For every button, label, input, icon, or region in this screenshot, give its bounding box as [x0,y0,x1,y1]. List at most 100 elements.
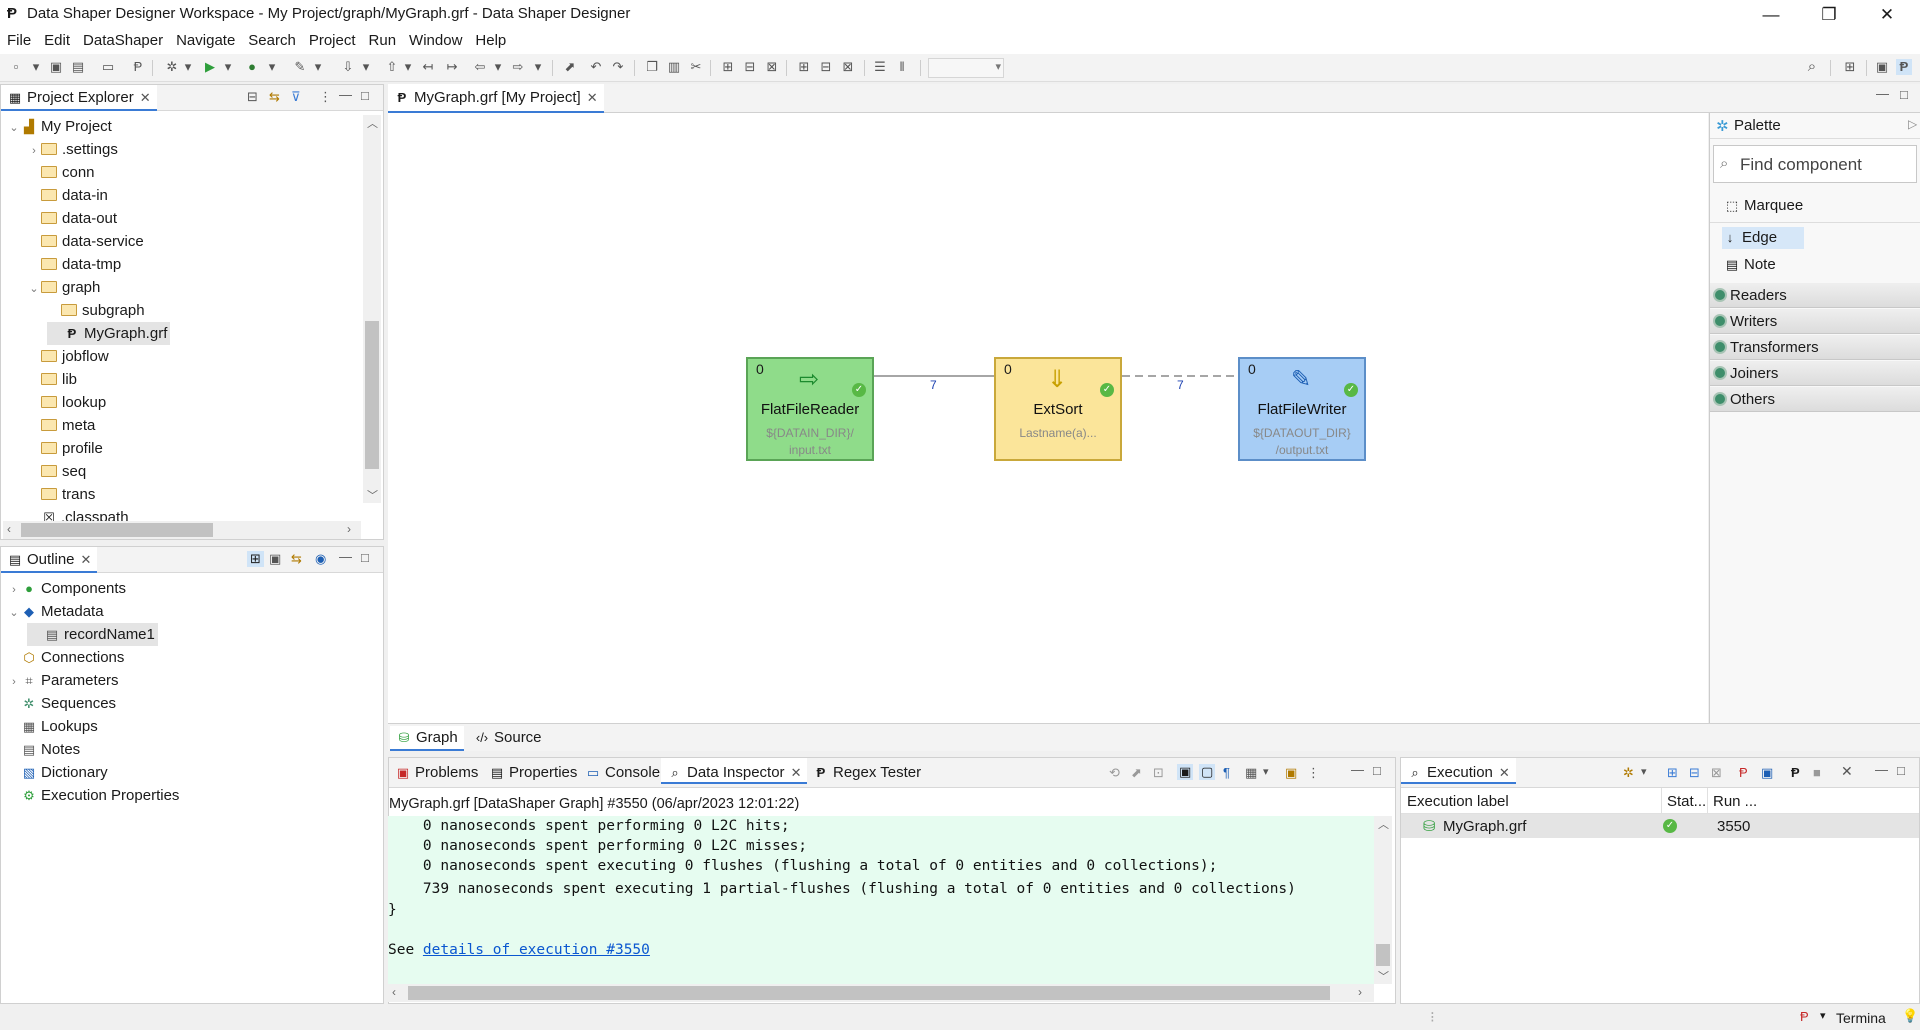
scrollbar-thumb[interactable] [408,986,1330,1000]
tab-execution[interactable]: ⌕ Execution ✕ [1401,758,1516,784]
outline-item[interactable]: ▤ Notes [7,738,80,761]
tip-icon[interactable]: 💡 [1902,1008,1918,1024]
tree-item[interactable]: seq [27,460,86,483]
back-icon[interactable]: ⇦ [472,59,488,75]
filter-icon[interactable]: ◉ [315,551,326,567]
dropdown-icon[interactable]: ▾ [264,59,280,75]
overview-icon[interactable]: ▣ [269,551,281,567]
minimize-view-icon[interactable]: — [1875,762,1888,777]
terminal-label[interactable]: Termina [1836,1010,1886,1026]
drawer-readers[interactable]: Readers [1710,283,1920,308]
chevron-right-icon[interactable]: › [27,140,41,163]
debug-icon[interactable]: ✲ [164,59,180,75]
dropdown-icon[interactable]: ▾ [220,59,236,75]
filter-icon[interactable]: ⊽ [291,89,301,105]
resource-perspective-icon[interactable]: ▣ [1874,59,1890,75]
tree-item[interactable]: subgraph [47,299,145,322]
next-edit-icon[interactable]: ↦ [444,59,460,75]
view-menu-icon[interactable]: ⋮ [319,89,332,105]
scroll-lock-icon[interactable]: ▣ [1177,764,1194,780]
align-bottom-icon[interactable]: ⊠ [840,59,856,75]
close-icon[interactable]: ✕ [81,552,92,567]
close-icon[interactable]: ✕ [140,90,151,105]
close-button[interactable]: ✕ [1864,2,1910,28]
outline-item[interactable]: › ● Components [7,577,126,600]
save-all-icon[interactable]: ▤ [70,59,86,75]
datashaper-icon[interactable]: Ᵽ [1800,1009,1809,1024]
export-icon[interactable]: ⬈ [562,59,578,75]
tree-item[interactable]: data-tmp [27,253,121,276]
scroll-right-icon[interactable]: › [347,522,351,536]
align-center-icon[interactable]: ⊟ [742,59,758,75]
close-icon[interactable]: ✕ [587,90,598,105]
undo-icon[interactable]: ↶ [588,59,604,75]
drawer-transformers[interactable]: Transformers [1710,335,1920,360]
minimize-button[interactable]: — [1748,2,1794,28]
lock-icon[interactable]: ⊡ [1153,765,1164,781]
export-icon[interactable]: ⬈ [1131,765,1142,781]
dropdown-icon[interactable]: ▾ [530,59,546,75]
filter-icon[interactable]: ✲ [1623,765,1634,781]
tab-mygraph[interactable]: Ᵽ MyGraph.grf [My Project] ✕ [388,84,604,113]
minimize-view-icon[interactable]: — [1351,762,1364,777]
drawer-joiners[interactable]: Joiners [1710,361,1920,386]
external-tools-icon[interactable]: ● [244,59,260,75]
delete-icon[interactable]: ▥ [666,59,682,75]
new-icon[interactable]: ▫ [8,59,24,75]
maximize-view-icon[interactable]: □ [1373,763,1381,778]
monitor-icon[interactable]: ▣ [1761,765,1773,781]
remove-all-icon[interactable]: ✕ [1841,763,1853,780]
drawer-others[interactable]: Others [1710,387,1920,412]
refresh-icon[interactable]: ⟲ [1109,765,1120,781]
maximize-view-icon[interactable]: □ [1900,87,1908,102]
redo-icon[interactable]: ↷ [610,59,626,75]
link-editor-icon[interactable]: ⇆ [291,551,302,567]
tree-item[interactable]: ⌄ graph [27,276,100,299]
minimize-view-icon[interactable]: — [339,549,352,564]
tool-note[interactable]: ▤ Note [1724,254,1776,276]
tab-regex-tester[interactable]: Ᵽ Regex Tester [807,758,927,784]
component-flatfilewriter[interactable]: 0 ✎ ✓ FlatFileWriter ${DATAOUT_DIR}/outp… [1238,357,1366,461]
show-console-icon[interactable]: ¶ [1223,765,1230,780]
chevron-right-icon[interactable]: › [7,579,21,602]
next-annotation-icon[interactable]: ⇩ [340,59,356,75]
outline-item[interactable]: ▧ Dictionary [7,761,108,784]
expand-all-icon[interactable]: ⊞ [1667,765,1678,781]
tree-view-icon[interactable]: ⊞ [247,551,264,567]
tree-item[interactable]: data-in [27,184,108,207]
tab-graph[interactable]: ⛁ Graph [390,726,464,751]
chevron-down-icon[interactable]: ⌄ [7,602,21,625]
last-edit-icon[interactable]: ↤ [420,59,436,75]
scrollbar-thumb[interactable] [1376,944,1390,966]
vertical-scrollbar[interactable]: ︿ ﹀ [1374,816,1392,984]
dropdown-icon[interactable]: ▾ [358,59,374,75]
vertical-scrollbar[interactable]: ︿ ﹀ [363,115,381,503]
align-right-icon[interactable]: ⊠ [764,59,780,75]
scroll-up-icon[interactable]: ︿ [1378,816,1389,832]
forward-icon[interactable]: ⇨ [510,59,526,75]
display-console-icon[interactable]: ▦ [1245,765,1257,781]
prev-annotation-icon[interactable]: ⇧ [384,59,400,75]
scrollbar-thumb[interactable] [365,321,379,469]
component-extsort[interactable]: 0 ⇓ ✓ ExtSort Lastname(a)... [994,357,1122,461]
horizontal-scrollbar[interactable]: ‹ › [3,521,361,539]
tree-item[interactable]: meta [27,414,95,437]
menu-file[interactable]: File [0,30,37,49]
scroll-down-icon[interactable]: ﹀ [1378,968,1389,984]
scroll-down-icon[interactable]: ﹀ [367,487,378,503]
word-wrap-icon[interactable]: ▢ [1199,764,1216,780]
table-row[interactable]: ⛁ MyGraph.grf ✓ 3550 [1401,814,1919,838]
maximize-view-icon[interactable]: □ [361,550,369,565]
tab-problems[interactable]: ▣ Problems [389,758,484,784]
menu-search[interactable]: Search [241,30,302,49]
menu-run[interactable]: Run [362,30,403,49]
column-header[interactable]: Run ... [1713,793,1757,810]
column-header[interactable]: Stat... [1667,793,1706,810]
tree-item[interactable]: ⌄ ▟ My Project [7,115,111,138]
tab-console[interactable]: ▭ Console [579,758,666,784]
graph-canvas[interactable]: 7 7 0 ⇨ ✓ FlatFileReader ${DATAIN_DIR}/i… [388,113,1708,723]
tree-item[interactable]: data-out [27,207,117,230]
restore-button[interactable]: ❐ [1806,2,1852,28]
tab-properties[interactable]: ▤ Properties [483,758,583,784]
outline-item[interactable]: › ⌗ Parameters [7,669,118,692]
